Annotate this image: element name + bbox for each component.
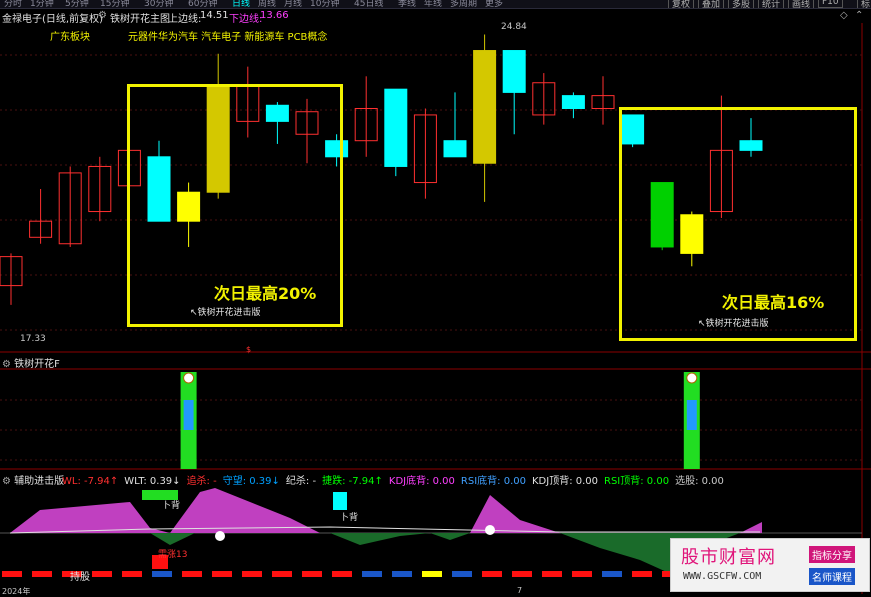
status-dash bbox=[572, 571, 592, 577]
plus-marker-2 bbox=[485, 525, 495, 535]
box1-note: ↖铁树开花进击版 bbox=[190, 308, 261, 318]
watermark-tag-share[interactable]: 指标分享 bbox=[809, 546, 855, 563]
indicator-value-7: RSI底背: 0.00 bbox=[460, 476, 526, 487]
box2-text: 次日最高16% bbox=[722, 293, 825, 312]
candle-body bbox=[443, 140, 467, 158]
green-area-2 bbox=[330, 533, 430, 545]
low-price-label: 17.33 bbox=[20, 334, 46, 344]
status-dash bbox=[92, 571, 112, 577]
indicator-value-5: 捷跌: -7.94↑ bbox=[322, 476, 383, 487]
status-dash bbox=[212, 571, 232, 577]
green-area-3 bbox=[430, 533, 470, 540]
panel3-title: ⚙ 辅助进击版 bbox=[2, 472, 64, 487]
candle-body bbox=[502, 50, 526, 93]
status-dash bbox=[632, 571, 652, 577]
indicator-value-0: WL: -7.94↑ bbox=[62, 476, 119, 487]
indicator-value-2: 追杀: - bbox=[186, 476, 217, 487]
indicator-value-8: KDJ顶背: 0.00 bbox=[531, 476, 599, 487]
status-dash bbox=[242, 571, 262, 577]
watermark-tag-course[interactable]: 名师课程 bbox=[809, 568, 855, 585]
panel3-title-text: 辅助进击版 bbox=[14, 476, 65, 487]
status-dash bbox=[32, 571, 52, 577]
status-dash bbox=[272, 571, 292, 577]
status-dash bbox=[602, 571, 622, 577]
status-dash bbox=[182, 571, 202, 577]
status-dash bbox=[392, 571, 412, 577]
date-start: 2024年 bbox=[2, 587, 31, 596]
buy-label-1: 卜背 bbox=[162, 501, 181, 511]
status-dash bbox=[512, 571, 532, 577]
status-dash bbox=[452, 571, 472, 577]
indicator-value-6: KDJ底背: 0.00 bbox=[388, 476, 455, 487]
panel3-gear-icon[interactable]: ⚙ bbox=[2, 476, 11, 487]
buy-label-2: 卜背 bbox=[340, 513, 359, 523]
plus-marker-1 bbox=[215, 531, 225, 541]
indicator-value-3: 守望: 0.39↓ bbox=[222, 476, 280, 487]
signal-figure-icon bbox=[183, 400, 194, 430]
indicator-value-10: 选股: 0.00 bbox=[675, 476, 724, 487]
magenta-area-2 bbox=[470, 495, 560, 533]
status-dash bbox=[542, 571, 562, 577]
dollar-marker: $ bbox=[246, 345, 251, 354]
hold-label: 持股 bbox=[70, 572, 90, 583]
status-dash bbox=[122, 571, 142, 577]
status-dash bbox=[332, 571, 352, 577]
magenta-area-3 bbox=[740, 522, 762, 533]
status-dash bbox=[362, 571, 382, 577]
box2-note: ↖铁树开花进击版 bbox=[698, 319, 769, 329]
status-dash bbox=[422, 571, 442, 577]
status-dash bbox=[302, 571, 322, 577]
status-dash bbox=[2, 571, 22, 577]
indicator-value-4: 纪杀: - bbox=[285, 476, 317, 487]
candle-body bbox=[561, 95, 585, 110]
green-area-1 bbox=[150, 533, 195, 545]
indicator-value-1: WLT: 0.39↓ bbox=[124, 476, 181, 487]
watermark-logo: 股市财富网 bbox=[681, 547, 776, 568]
status-dash bbox=[152, 571, 172, 577]
panel2-gear-icon[interactable]: ⚙ bbox=[2, 359, 11, 370]
signal-coin-icon bbox=[183, 372, 195, 384]
high-price-label: 24.84 bbox=[501, 22, 527, 32]
panel2-title-text: 铁树开花F bbox=[14, 359, 60, 370]
indicator-values: WL: -7.94↑ WLT: 0.39↓ 追杀: - 守望: 0.39↓ 纪杀: - 捷… bbox=[62, 472, 730, 487]
red-signal-label: 需涨13 bbox=[158, 550, 188, 560]
watermark-ad: 股市财富网 WWW.GSCFW.COM 指标分享 名师课程 bbox=[670, 538, 870, 592]
signal-coin-icon bbox=[686, 372, 698, 384]
status-dash bbox=[482, 571, 502, 577]
cyan-signal-block bbox=[333, 492, 347, 510]
watermark-url: WWW.GSCFW.COM bbox=[683, 571, 762, 582]
candle-body bbox=[384, 88, 408, 167]
indicator-value-9: RSI顶背: 0.00 bbox=[604, 476, 670, 487]
signal-figure-icon bbox=[686, 400, 697, 430]
panel2-title: ⚙ 铁树开花F bbox=[2, 355, 60, 370]
candle-body bbox=[473, 50, 497, 164]
box1-text: 次日最高20% bbox=[214, 284, 317, 303]
